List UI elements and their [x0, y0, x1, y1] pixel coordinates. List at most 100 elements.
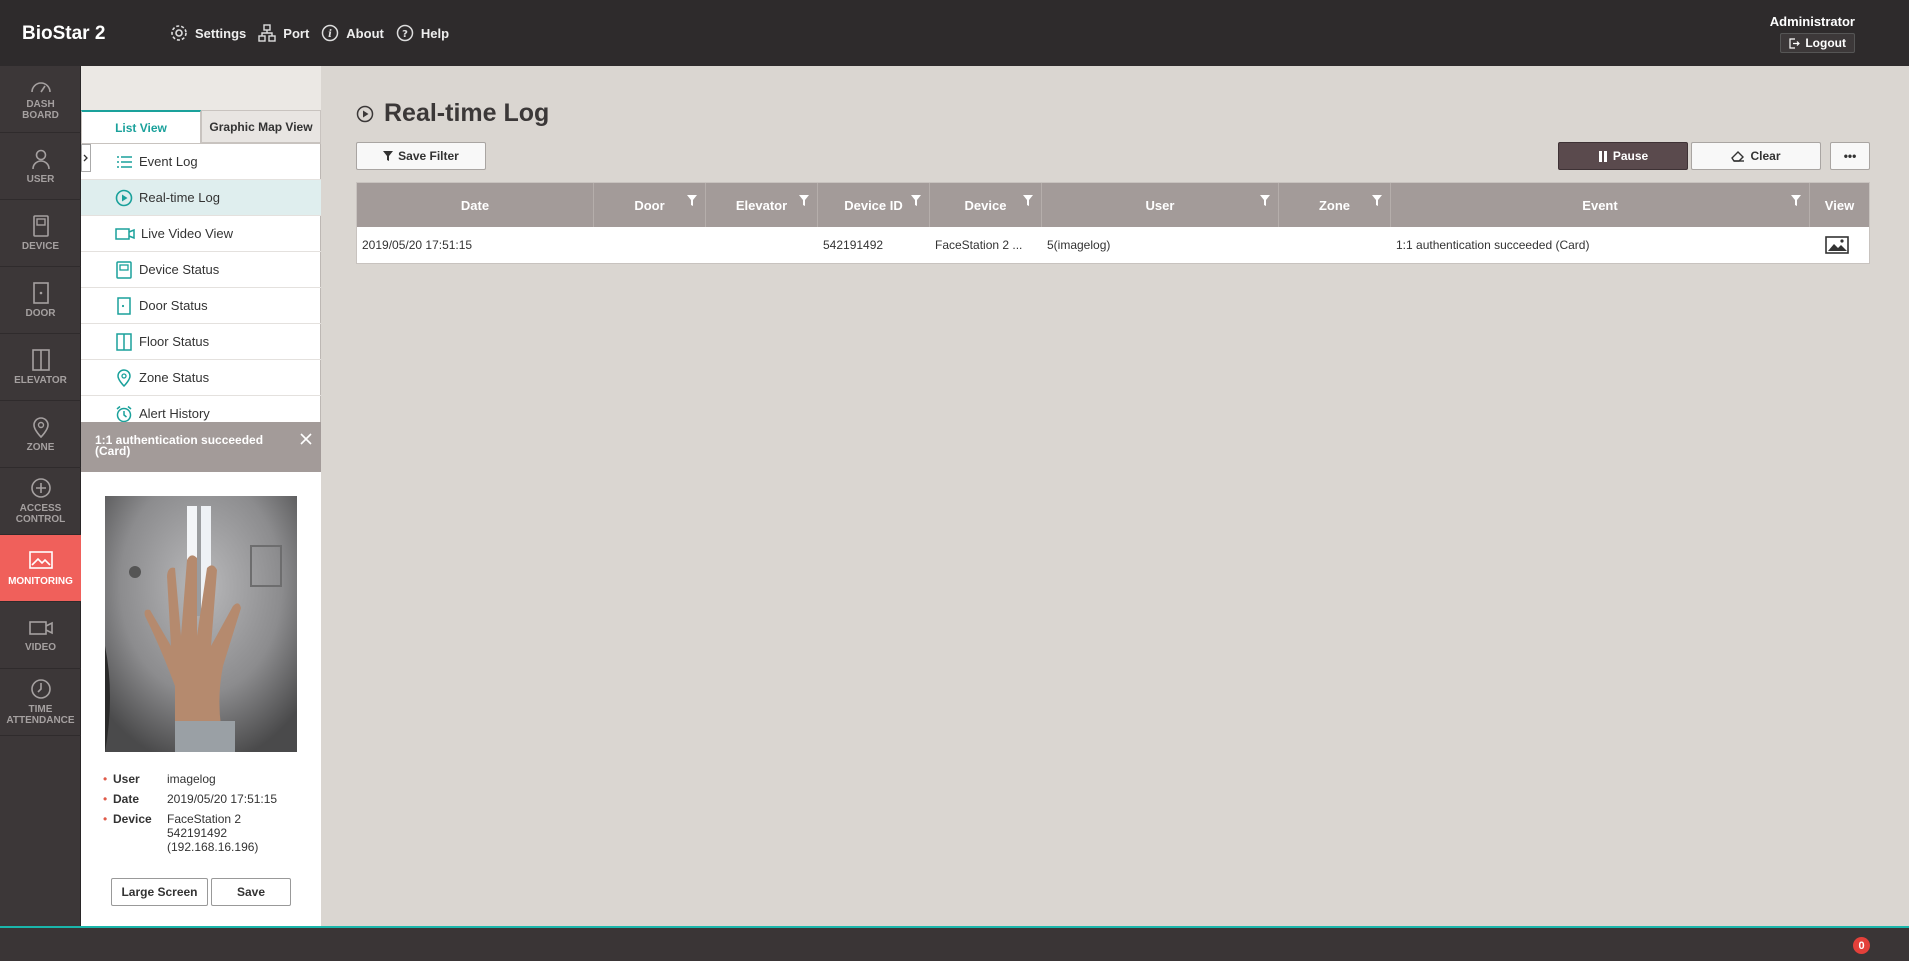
about-label: About — [346, 25, 384, 41]
filter-icon[interactable] — [1791, 195, 1801, 207]
device-value: FaceStation 2 542191492 (192.168.16.196) — [167, 812, 258, 854]
save-filter-button[interactable]: Save Filter — [356, 142, 486, 170]
column-header-label: View — [1824, 197, 1855, 213]
sidebar-item-monitoring[interactable]: MONITORING — [0, 535, 81, 602]
sidebar-item-label: DOOR — [25, 307, 56, 319]
alert-count-badge[interactable]: 0 — [1853, 937, 1870, 954]
logout-label: Logout — [1805, 36, 1846, 50]
chevron-right-icon — [83, 154, 88, 162]
table-row[interactable]: 2019/05/20 17:51:15 542191492 FaceStatio… — [357, 227, 1869, 263]
menu-item-label: Alert History — [139, 406, 210, 421]
filter-icon[interactable] — [911, 195, 921, 207]
sidebar-item-access-control[interactable]: ACCESS CONTROL — [0, 468, 81, 535]
column-header-event[interactable]: Event — [1391, 183, 1810, 227]
eraser-icon — [1731, 151, 1745, 162]
grid-header: Date Door Elevator Device ID Device User… — [357, 183, 1869, 227]
close-icon[interactable] — [299, 432, 313, 446]
sidebar-item-dashboard[interactable]: DASH BOARD — [0, 66, 81, 133]
event-snapshot-image[interactable] — [105, 496, 297, 752]
column-header-device[interactable]: Device — [930, 183, 1042, 227]
save-filter-label: Save Filter — [398, 149, 459, 163]
sidebar-item-video[interactable]: VIDEO — [0, 602, 81, 669]
page-title-text: Real-time Log — [384, 99, 550, 127]
menu-item-zone-status[interactable]: Zone Status — [81, 360, 321, 396]
menu-item-floor-status[interactable]: Floor Status — [81, 324, 321, 360]
cell-date: 2019/05/20 17:51:15 — [362, 238, 473, 252]
column-header-view[interactable]: View — [1810, 183, 1869, 227]
sidebar-item-label: ELEVATOR — [14, 374, 67, 386]
brand-logo[interactable]: BioStar 2 — [22, 23, 105, 45]
play-circle-icon — [356, 105, 374, 122]
menu-item-door-status[interactable]: Door Status — [81, 288, 321, 324]
menu-item-real-time-log[interactable]: Real-time Log — [81, 180, 321, 216]
filter-icon[interactable] — [1372, 195, 1382, 207]
filter-icon[interactable] — [1023, 195, 1033, 207]
column-header-label: Door — [634, 197, 665, 213]
network-icon — [258, 24, 276, 42]
device-label: Device — [113, 812, 152, 826]
pause-button[interactable]: Pause — [1558, 142, 1688, 170]
menu-item-live-video-view[interactable]: Live Video View — [81, 216, 321, 252]
sidebar-item-elevator[interactable]: ELEVATOR — [0, 334, 81, 401]
video-icon — [115, 227, 135, 240]
tab-graphic-map-view[interactable]: Graphic Map View — [201, 110, 321, 143]
filter-icon[interactable] — [687, 195, 697, 207]
sidebar-item-time-attendance[interactable]: TIME ATTENDANCE — [0, 669, 81, 736]
log-grid: Date Door Elevator Device ID Device User… — [356, 182, 1870, 264]
view-tabs: List View Graphic Map View — [81, 110, 321, 144]
column-header-door[interactable]: Door — [594, 183, 706, 227]
cell-device: FaceStation 2 ... — [935, 238, 1023, 252]
info-row-user: • User imagelog — [103, 772, 277, 786]
help-link[interactable]: ? Help — [396, 24, 449, 42]
settings-link[interactable]: Settings — [170, 24, 246, 42]
filter-icon[interactable] — [799, 195, 809, 207]
image-icon[interactable] — [1825, 236, 1849, 254]
cell-door — [594, 227, 706, 263]
filter-icon[interactable] — [1260, 195, 1270, 207]
info-icon: i — [322, 24, 339, 42]
elevator-icon — [116, 332, 132, 351]
large-screen-button[interactable]: Large Screen — [111, 878, 208, 906]
logout-button[interactable]: Logout — [1780, 33, 1855, 53]
elevator-icon — [31, 348, 50, 371]
menu-item-device-status[interactable]: Device Status — [81, 252, 321, 288]
zone-icon — [32, 416, 49, 438]
save-button[interactable]: Save — [211, 878, 291, 906]
port-link[interactable]: Port — [258, 24, 309, 42]
about-link[interactable]: i About — [321, 24, 384, 42]
page-title: Real-time Log — [356, 99, 549, 128]
svg-text:?: ? — [402, 29, 408, 40]
tab-list-view[interactable]: List View — [81, 110, 201, 143]
sidebar-item-label: TIME ATTENDANCE — [6, 704, 75, 726]
column-header-device-id[interactable]: Device ID — [818, 183, 930, 227]
clear-button[interactable]: Clear — [1691, 142, 1821, 170]
sidebar-item-label: MONITORING — [8, 575, 73, 587]
panel-collapse-button[interactable] — [81, 144, 91, 172]
column-header-user[interactable]: User — [1042, 183, 1279, 227]
bullet-icon: • — [103, 812, 108, 826]
sidebar-item-door[interactable]: DOOR — [0, 267, 81, 334]
column-header-label: Elevator — [735, 197, 788, 213]
column-header-elevator[interactable]: Elevator — [706, 183, 818, 227]
sidebar-item-label: DASH BOARD — [22, 99, 59, 121]
gear-icon — [171, 25, 187, 41]
cell-zone — [1279, 227, 1391, 263]
sidebar-item-label: ZONE — [26, 441, 55, 453]
sidebar-item-device[interactable]: DEVICE — [0, 200, 81, 267]
info-row-device: • Device FaceStation 2 542191492 (192.16… — [103, 812, 277, 854]
sidebar-item-zone[interactable]: ZONE — [0, 401, 81, 468]
menu-item-event-log[interactable]: Event Log — [81, 144, 321, 180]
account-name[interactable]: Administrator — [1770, 14, 1855, 29]
more-options-button[interactable]: ••• — [1830, 142, 1870, 170]
door-icon — [117, 296, 131, 315]
zone-icon — [117, 368, 131, 387]
cell-event: 1:1 authentication succeeded (Card) — [1396, 238, 1590, 252]
hand-photo — [105, 496, 297, 752]
sidebar-item-user[interactable]: USER — [0, 133, 81, 200]
device-icon — [116, 260, 132, 279]
column-header-date[interactable]: Date — [357, 183, 594, 227]
column-header-zone[interactable]: Zone — [1279, 183, 1391, 227]
event-info: • User imagelog • Date 2019/05/20 17:51:… — [103, 772, 277, 860]
main-content: Real-time Log Save Filter Pause Clear ••… — [322, 66, 1909, 926]
help-label: Help — [420, 25, 450, 41]
